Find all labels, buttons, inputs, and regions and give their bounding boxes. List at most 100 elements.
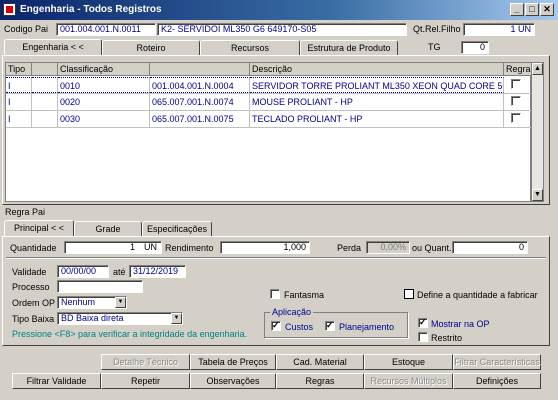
col-header-blank1[interactable] bbox=[32, 63, 58, 76]
close-button[interactable]: ✕ bbox=[540, 3, 554, 16]
cell-codigo: 065.007.001.N.0074 bbox=[150, 94, 250, 110]
restrito-label: Restrito bbox=[431, 333, 463, 343]
cad-material-button[interactable]: Cad. Material bbox=[276, 354, 364, 370]
quantidade-unit: UN bbox=[144, 242, 157, 252]
cell-blank bbox=[32, 111, 58, 127]
tg-label: TG bbox=[428, 42, 441, 52]
detalhe-tecnico-button[interactable]: Detalhe Técnico bbox=[101, 354, 190, 370]
col-header-classificacao[interactable]: Classificação bbox=[58, 63, 150, 76]
planejamento-checkbox[interactable] bbox=[325, 320, 335, 331]
tab-grade[interactable]: Grade bbox=[74, 221, 142, 237]
table-row[interactable]: I 0010 001.004.001.N.0004 SERVIDOR TORRE… bbox=[6, 77, 532, 94]
cell-blank bbox=[32, 94, 58, 110]
ordem-op-label: Ordem OP bbox=[12, 298, 56, 308]
cell-descricao: MOUSE PROLIANT - HP bbox=[250, 94, 504, 110]
tg-field[interactable]: 0 bbox=[461, 41, 489, 54]
regra-checkbox[interactable] bbox=[511, 96, 521, 106]
tipo-baixa-value: BD Baixa direta bbox=[61, 313, 124, 323]
cell-tipo: I bbox=[6, 94, 32, 110]
tab-especificacoes[interactable]: Especificações bbox=[142, 221, 212, 237]
quantidade-label: Quantidade bbox=[10, 243, 57, 253]
window-title: Engenharia - Todos Registros bbox=[20, 4, 162, 15]
cell-codigo: 065.007.001.N.0075 bbox=[150, 111, 250, 127]
qt-rel-filho-label: Qt.Rel.Filho bbox=[413, 24, 461, 34]
cell-classificacao: 0030 bbox=[58, 111, 150, 127]
cell-descricao: TECLADO PROLIANT - HP bbox=[250, 111, 504, 127]
cell-codigo: 001.004.001.N.0004 bbox=[150, 77, 250, 93]
processo-field[interactable] bbox=[57, 280, 143, 293]
custos-label: Custos bbox=[285, 322, 314, 332]
codigo-pai-label: Codigo Pai bbox=[4, 24, 49, 34]
tipo-baixa-label: Tipo Baixa bbox=[12, 314, 55, 324]
chevron-down-icon[interactable]: ▼ bbox=[115, 297, 126, 308]
filtrar-validade-button[interactable]: Filtrar Validade bbox=[12, 373, 101, 389]
ate-label: até bbox=[113, 267, 126, 277]
regra-pai-label: Regra Pai bbox=[5, 207, 46, 217]
maximize-button[interactable]: □ bbox=[525, 3, 539, 16]
minimize-button[interactable]: _ bbox=[510, 3, 524, 16]
tab-recursos[interactable]: Recursos bbox=[200, 40, 300, 56]
chevron-down-icon[interactable]: ▼ bbox=[171, 313, 182, 324]
scroll-up-arrow-icon[interactable]: ▲ bbox=[532, 63, 543, 75]
title-bar: Engenharia - Todos Registros _ □ ✕ bbox=[0, 0, 558, 20]
cell-classificacao: 0010 bbox=[58, 77, 150, 93]
descricao-pai-field[interactable]: K2- SERVIDOI ML350 G6 649170-S05 bbox=[157, 23, 407, 36]
cell-classificacao: 0020 bbox=[58, 94, 150, 110]
qt-rel-filho-field[interactable]: 1 UN bbox=[463, 23, 535, 36]
perda-label: Perda bbox=[337, 243, 362, 253]
tab-engenharia[interactable]: Engenharia < < bbox=[4, 39, 102, 55]
custos-checkbox[interactable] bbox=[271, 320, 281, 331]
tab-principal[interactable]: Principal < < bbox=[4, 220, 74, 236]
components-grid[interactable]: Tipo Classificação Descrição Regra I 001… bbox=[5, 62, 532, 202]
perda-field[interactable]: 0,00% bbox=[366, 241, 410, 254]
col-header-descricao[interactable]: Descrição bbox=[250, 63, 504, 76]
estoque-button[interactable]: Estoque bbox=[364, 354, 453, 370]
table-row[interactable]: I 0020 065.007.001.N.0074 MOUSE PROLIANT… bbox=[6, 94, 532, 111]
cell-tipo: I bbox=[6, 111, 32, 127]
quantidade-field[interactable]: 1 UN bbox=[64, 241, 162, 254]
tab-estrutura-produto[interactable]: Estrutura de Produto bbox=[300, 40, 398, 56]
aplicacao-title: Aplicação bbox=[270, 307, 314, 317]
repetir-button[interactable]: Repetir bbox=[101, 373, 190, 389]
integrity-hint: Pressione <F8> para verificar a integrid… bbox=[12, 329, 248, 339]
observacoes-button[interactable]: Observações bbox=[190, 373, 276, 389]
mostrar-op-checkbox[interactable] bbox=[418, 317, 428, 328]
ou-quant-field[interactable]: 0 bbox=[452, 241, 528, 254]
define-qtd-checkbox[interactable] bbox=[404, 289, 414, 299]
tipo-baixa-select[interactable]: BD Baixa direta ▼ bbox=[57, 312, 183, 325]
ou-quant-label: ou Quant. bbox=[412, 243, 452, 253]
cell-tipo: I bbox=[6, 77, 32, 93]
tab-roteiro[interactable]: Roteiro bbox=[102, 40, 200, 56]
codigo-pai-field[interactable]: 001.004.001.N.0011 bbox=[56, 23, 156, 36]
app-icon bbox=[3, 3, 16, 16]
rendimento-label: Rendimento bbox=[165, 243, 214, 253]
regras-button[interactable]: Regras bbox=[276, 373, 364, 389]
recursos-multiplos-button[interactable]: Recursos Múltiplos bbox=[364, 373, 453, 389]
cell-descricao: SERVIDOR TORRE PROLIANT ML350 XEON QUAD … bbox=[250, 77, 504, 93]
define-qtd-label: Define a quantidade a fabricar bbox=[417, 290, 538, 300]
table-row[interactable]: I 0030 065.007.001.N.0075 TECLADO PROLIA… bbox=[6, 111, 532, 128]
ordem-op-select[interactable]: Nenhum ▼ bbox=[57, 296, 127, 309]
col-header-tipo[interactable]: Tipo bbox=[6, 63, 32, 76]
regra-checkbox[interactable] bbox=[511, 79, 521, 89]
grid-vertical-scrollbar[interactable]: ▲ ▼ bbox=[531, 62, 544, 202]
rendimento-field[interactable]: 1,000 bbox=[220, 241, 310, 254]
filtrar-caracteristicas-button[interactable]: Filtrar Características bbox=[453, 354, 541, 370]
col-header-codigo[interactable] bbox=[150, 63, 250, 76]
divider bbox=[6, 257, 546, 258]
planejamento-label: Planejamento bbox=[339, 322, 395, 332]
regra-checkbox[interactable] bbox=[511, 113, 521, 123]
restrito-checkbox[interactable] bbox=[418, 332, 428, 342]
tabela-precos-button[interactable]: Tabela de Preços bbox=[190, 354, 276, 370]
col-header-regra[interactable]: Regra bbox=[504, 63, 532, 76]
scroll-down-arrow-icon[interactable]: ▼ bbox=[532, 189, 543, 201]
validade-to-field[interactable]: 31/12/2019 bbox=[129, 265, 186, 278]
mostrar-op-label: Mostrar na OP bbox=[431, 319, 490, 329]
fantasma-checkbox[interactable] bbox=[270, 289, 280, 299]
cell-blank bbox=[32, 77, 58, 93]
validade-from-field[interactable]: 00/00/00 bbox=[57, 265, 109, 278]
validade-label: Validade bbox=[12, 267, 47, 277]
definicoes-button[interactable]: Definições bbox=[453, 373, 541, 389]
processo-label: Processo bbox=[12, 282, 50, 292]
quantidade-value: 1 bbox=[129, 242, 135, 252]
